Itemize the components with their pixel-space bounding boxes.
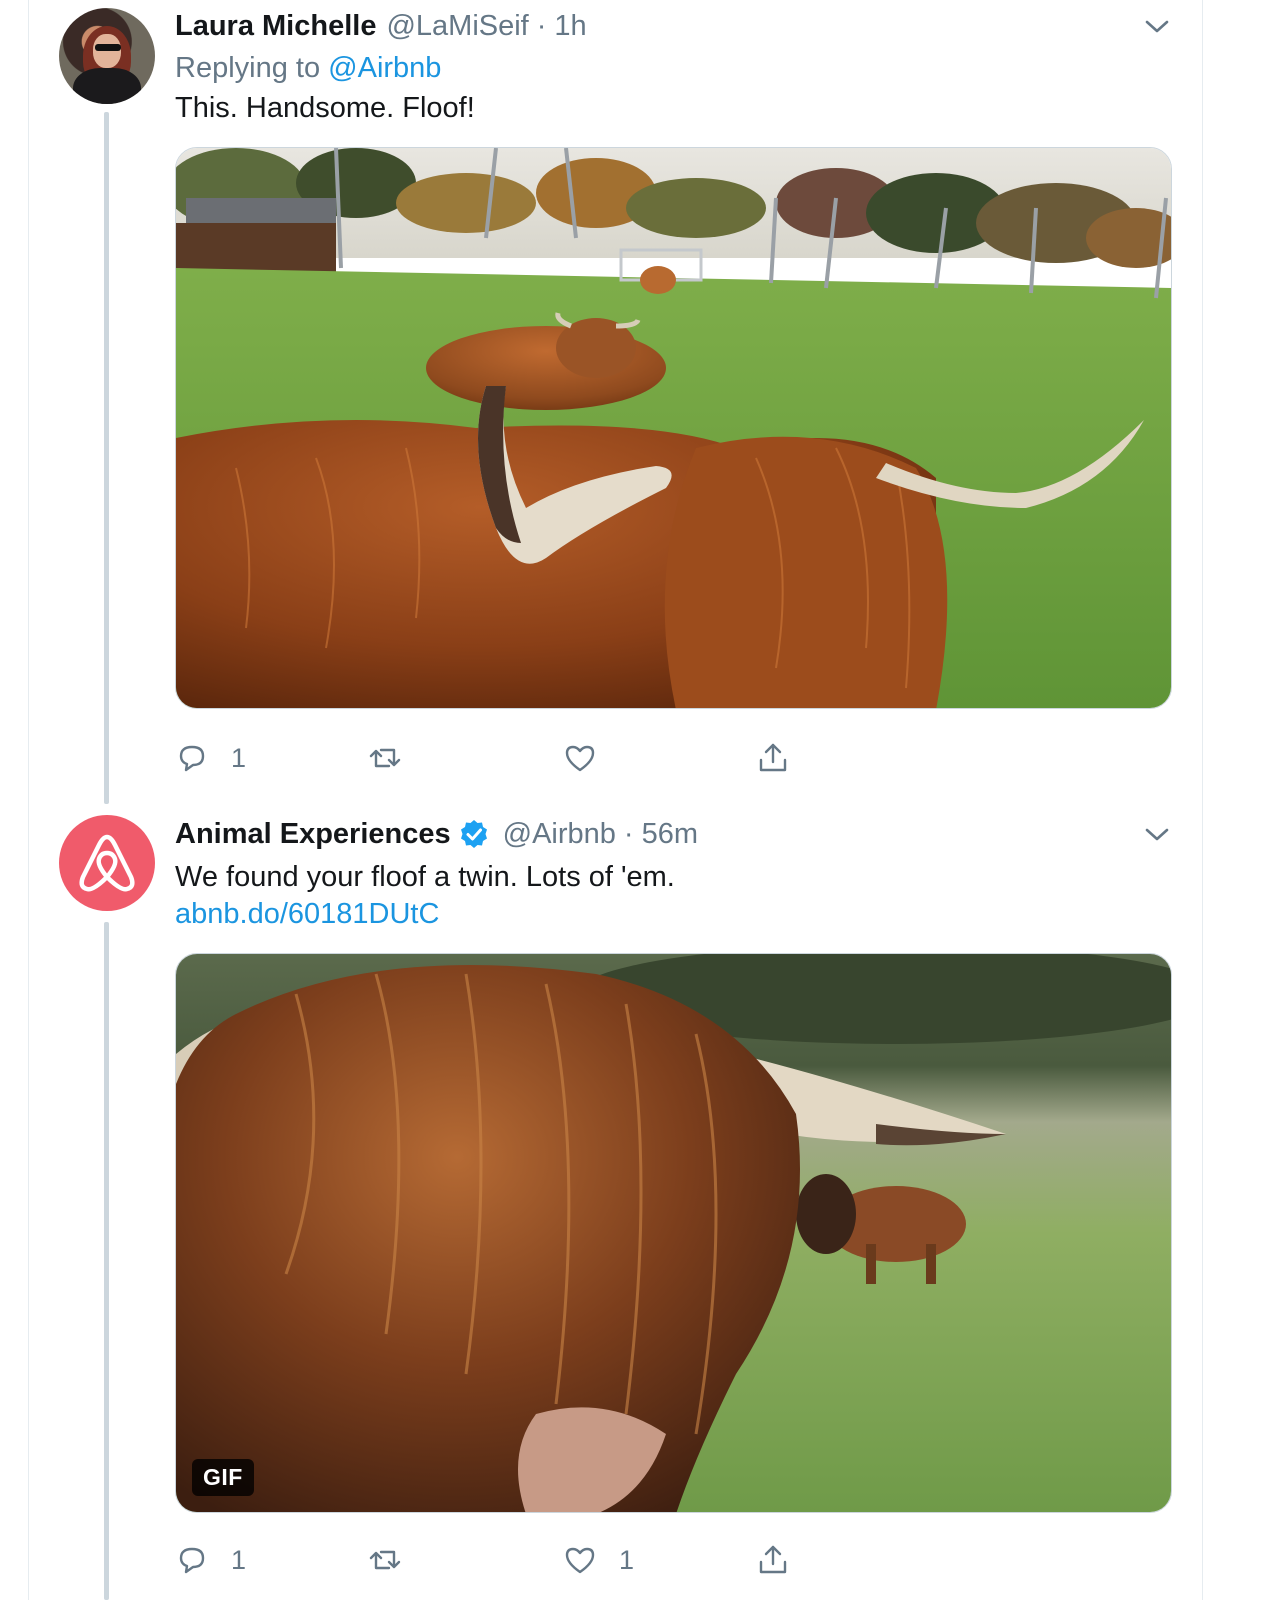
- retweet-button[interactable]: [368, 738, 424, 778]
- reply-count: 1: [231, 1544, 247, 1575]
- share-icon: [759, 1545, 787, 1574]
- reply-mention-link[interactable]: @Airbnb: [328, 52, 441, 84]
- highland-cattle-photo-icon: [176, 148, 1171, 708]
- reply-icon: [179, 745, 205, 772]
- like-count: 1: [619, 1544, 635, 1575]
- author-handle[interactable]: @LaMiSeif: [386, 10, 528, 43]
- share-icon: [759, 743, 787, 772]
- thread-line: [104, 922, 109, 1600]
- reply-button[interactable]: 1: [175, 738, 246, 778]
- like-button[interactable]: [563, 738, 619, 778]
- tweet-link[interactable]: abnb.do/60181DUtC: [175, 898, 439, 931]
- retweet-icon: [369, 1550, 401, 1570]
- timestamp[interactable]: 56m: [642, 818, 698, 851]
- tweet-header: Animal Experiences @Airbnb · 56m: [175, 817, 698, 851]
- author-name[interactable]: Laura Michelle: [175, 10, 376, 43]
- tweet-header: Laura Michelle @LaMiSeif · 1h: [175, 9, 587, 43]
- tweet-actions: 1: [175, 738, 815, 778]
- heart-icon: [565, 745, 595, 772]
- avatar[interactable]: [59, 815, 155, 911]
- like-button[interactable]: 1: [563, 1540, 634, 1580]
- tweet-photo[interactable]: [175, 147, 1172, 709]
- retweet-icon: [369, 748, 401, 768]
- heart-icon: [565, 1547, 595, 1574]
- tweet-gif[interactable]: GIF: [175, 953, 1172, 1513]
- separator-dot: ·: [623, 817, 634, 850]
- reply-count: 1: [231, 742, 247, 773]
- thread-line: [104, 112, 109, 804]
- replying-prefix: Replying to: [175, 52, 321, 84]
- timestamp[interactable]: 1h: [554, 10, 586, 43]
- author-handle[interactable]: @Airbnb: [503, 818, 616, 851]
- retweet-button[interactable]: [368, 1540, 424, 1580]
- column-border-left: [28, 0, 29, 1600]
- chevron-down-icon[interactable]: [1144, 826, 1170, 844]
- tweet-text: This. Handsome. Floof!: [175, 92, 475, 124]
- tweet-actions: 1 1: [175, 1540, 815, 1580]
- reply-icon: [179, 1547, 205, 1574]
- tweet-text: We found your floof a twin. Lots of 'em.: [175, 861, 675, 893]
- avatar[interactable]: [59, 8, 155, 104]
- verified-badge-icon: [460, 820, 487, 848]
- separator-dot: ·: [536, 9, 547, 42]
- replying-to: Replying to @Airbnb: [175, 52, 441, 85]
- gif-badge: GIF: [192, 1459, 254, 1496]
- airbnb-logo-icon: [79, 834, 135, 892]
- author-name[interactable]: Animal Experiences: [175, 818, 451, 851]
- share-button[interactable]: [756, 738, 790, 778]
- share-button[interactable]: [756, 1540, 790, 1580]
- highland-cattle-gif-icon: [176, 954, 1171, 1512]
- chevron-down-icon[interactable]: [1144, 18, 1170, 36]
- reply-button[interactable]: 1: [175, 1540, 246, 1580]
- column-border-right: [1202, 0, 1203, 1600]
